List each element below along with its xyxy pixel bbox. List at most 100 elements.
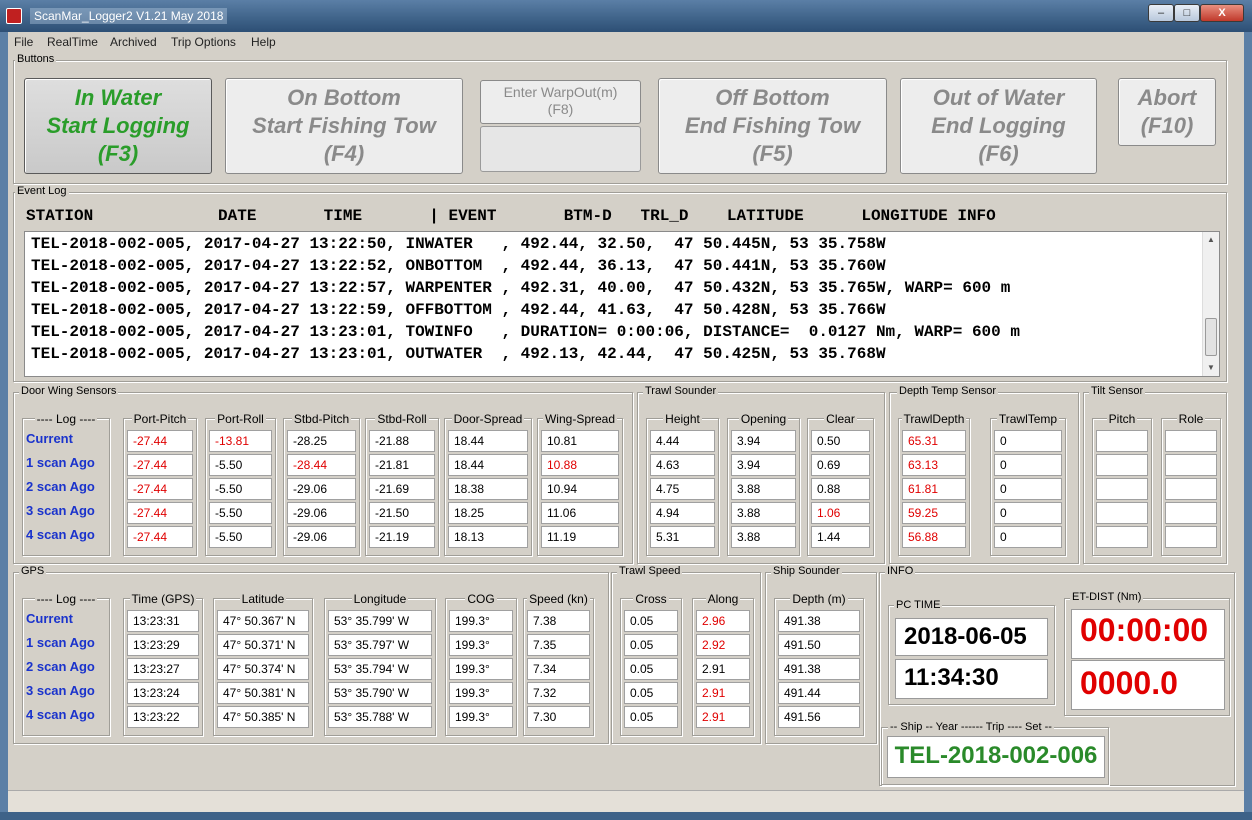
gps-cog-value: 199.3° <box>449 634 513 656</box>
title-bar[interactable]: ScanMar_Logger2 V1.21 May 2018 – □ X <box>0 0 1252 32</box>
gps-longitude-header: Longitude <box>351 592 409 606</box>
log-current: Current <box>26 431 73 446</box>
window-frame-left <box>0 32 8 812</box>
off-bottom-button[interactable]: Off Bottom End Fishing Tow (F5) <box>658 78 887 174</box>
on-bottom-line3: (F4) <box>323 141 365 166</box>
log-1-scan-ago: 1 scan Ago <box>26 455 95 470</box>
tilt-pitch-header: Pitch <box>1106 412 1138 426</box>
event-row[interactable]: TEL-2018-002-005, 2017-04-27 13:22:52, O… <box>31 257 886 275</box>
dt-trawltemp-value: 0 <box>994 526 1062 548</box>
tilt-role-value <box>1165 430 1217 452</box>
tspd-cross-value: 0.05 <box>624 658 678 680</box>
off-bottom-line2: End Fishing Tow <box>684 113 861 138</box>
gps-latitude-value: 47° 50.381' N <box>217 682 309 704</box>
ts-clear-header: Clear <box>824 412 857 426</box>
event-row[interactable]: TEL-2018-002-005, 2017-04-27 13:23:01, T… <box>31 323 1020 341</box>
menu-help[interactable]: Help <box>251 35 276 49</box>
tilt-role-header: Role <box>1176 412 1206 426</box>
out-of-water-button[interactable]: Out of Water End Logging (F6) <box>900 78 1097 174</box>
event-log-header: STATION DATE TIME | EVENT BTM-D TRL_D LA… <box>26 207 996 225</box>
gps-latitude-value: 47° 50.367' N <box>217 610 309 632</box>
gps-longitude-value: 53° 35.790' W <box>328 682 432 704</box>
gps-speed-kn-value: 7.38 <box>527 610 590 632</box>
in-water-button[interactable]: In Water Start Logging (F3) <box>24 78 212 174</box>
dw-door-spread-value: 18.13 <box>448 526 528 548</box>
tilt-pitch-value <box>1096 430 1148 452</box>
dw-port-roll-header: Port-Roll <box>215 412 266 426</box>
enter-warp-button[interactable]: Enter WarpOut(m) (F8) <box>480 80 641 124</box>
window-frame-right <box>1244 32 1252 812</box>
menu-archived[interactable]: Archived <box>110 35 157 49</box>
gps-speed-kn-value: 7.34 <box>527 658 590 680</box>
tilt-pitch-value <box>1096 478 1148 500</box>
menu-bar: File RealTime Archived Trip Options Help <box>8 32 1244 52</box>
out-of-water-line1: Out of Water <box>932 85 1065 110</box>
minimize-button[interactable]: – <box>1148 4 1174 22</box>
warp-line2: (F8) <box>547 101 574 117</box>
log-3-scan-ago: 3 scan Ago <box>26 683 95 698</box>
in-water-line3: (F3) <box>97 141 139 166</box>
dt-trawldepth-header: TrawlDepth <box>901 412 967 426</box>
abort-line2: (F10) <box>1140 113 1194 138</box>
event-log-scrollbar[interactable]: ▲ ▼ <box>1202 232 1219 376</box>
tilt-pitch-value <box>1096 526 1148 548</box>
client-area: Buttons In Water Start Logging (F3) On B… <box>8 52 1244 790</box>
gps-time-gps-value: 13:23:27 <box>127 658 199 680</box>
scroll-up-icon[interactable]: ▲ <box>1203 232 1219 248</box>
ss-depth-m-header: Depth (m) <box>790 592 848 606</box>
tilt-role-value <box>1165 478 1217 500</box>
abort-button[interactable]: Abort (F10) <box>1118 78 1216 146</box>
dw-stbd-pitch-value: -28.44 <box>287 454 356 476</box>
dt-trawltemp-value: 0 <box>994 454 1062 476</box>
dw-log-header: ---- Log ---- <box>34 412 98 426</box>
warp-input[interactable] <box>480 126 641 172</box>
ts-height-value: 4.44 <box>650 430 715 452</box>
gps-speed-kn-header: Speed (kn) <box>527 592 590 606</box>
dw-stbd-roll-value: -21.88 <box>369 430 435 452</box>
tilt-pitch-value <box>1096 454 1148 476</box>
close-button[interactable]: X <box>1200 4 1244 22</box>
dw-stbd-roll-header: Stbd-Roll <box>375 412 429 426</box>
dw-port-pitch-value: -27.44 <box>127 430 193 452</box>
depth-temp-label: Depth Temp Sensor <box>897 385 999 397</box>
event-log-label: Event Log <box>15 185 69 197</box>
off-bottom-line1: Off Bottom <box>715 85 830 110</box>
tspd-along-value: 2.92 <box>696 634 750 656</box>
on-bottom-button[interactable]: On Bottom Start Fishing Tow (F4) <box>225 78 463 174</box>
status-bar <box>8 790 1244 812</box>
gps-latitude-value: 47° 50.374' N <box>217 658 309 680</box>
menu-realtime[interactable]: RealTime <box>47 35 98 49</box>
out-of-water-line3: (F6) <box>978 141 1019 166</box>
pc-time-label: PC TIME <box>894 599 943 611</box>
gps-longitude-value: 53° 35.797' W <box>328 634 432 656</box>
tilt-role-value <box>1165 526 1217 548</box>
event-row[interactable]: TEL-2018-002-005, 2017-04-27 13:22:57, W… <box>31 279 1010 297</box>
event-log-list[interactable]: TEL-2018-002-005, 2017-04-27 13:22:50, I… <box>24 231 1220 377</box>
out-of-water-line2: End Logging <box>931 113 1066 138</box>
event-row[interactable]: TEL-2018-002-005, 2017-04-27 13:23:01, O… <box>31 345 886 363</box>
event-row[interactable]: TEL-2018-002-005, 2017-04-27 13:22:50, I… <box>31 235 886 253</box>
scroll-thumb[interactable] <box>1205 318 1217 356</box>
menu-trip-options[interactable]: Trip Options <box>171 35 236 49</box>
scroll-down-icon[interactable]: ▼ <box>1203 360 1219 376</box>
log-2-scan-ago: 2 scan Ago <box>26 479 95 494</box>
ss-depth-m-value: 491.56 <box>778 706 860 728</box>
tspd-along-value: 2.91 <box>696 658 750 680</box>
tspd-cross-value: 0.05 <box>624 634 678 656</box>
ts-height-value: 4.94 <box>650 502 715 524</box>
gps-time-gps-value: 13:23:29 <box>127 634 199 656</box>
dw-wing-spread-value: 11.06 <box>541 502 619 524</box>
gps-time-gps-value: 13:23:24 <box>127 682 199 704</box>
maximize-button[interactable]: □ <box>1174 4 1200 22</box>
dt-trawldepth-value: 59.25 <box>902 502 966 524</box>
on-bottom-line1: On Bottom <box>287 85 401 110</box>
menu-file[interactable]: File <box>14 35 33 49</box>
gps-cog-value: 199.3° <box>449 682 513 704</box>
event-row[interactable]: TEL-2018-002-005, 2017-04-27 13:22:59, O… <box>31 301 886 319</box>
tspd-cross-value: 0.05 <box>624 682 678 704</box>
ts-clear-value: 0.88 <box>811 478 870 500</box>
ts-opening-value: 3.88 <box>731 478 796 500</box>
tspd-along-value: 2.91 <box>696 682 750 704</box>
dw-door-spread-value: 18.25 <box>448 502 528 524</box>
ss-depth-m-value: 491.38 <box>778 610 860 632</box>
